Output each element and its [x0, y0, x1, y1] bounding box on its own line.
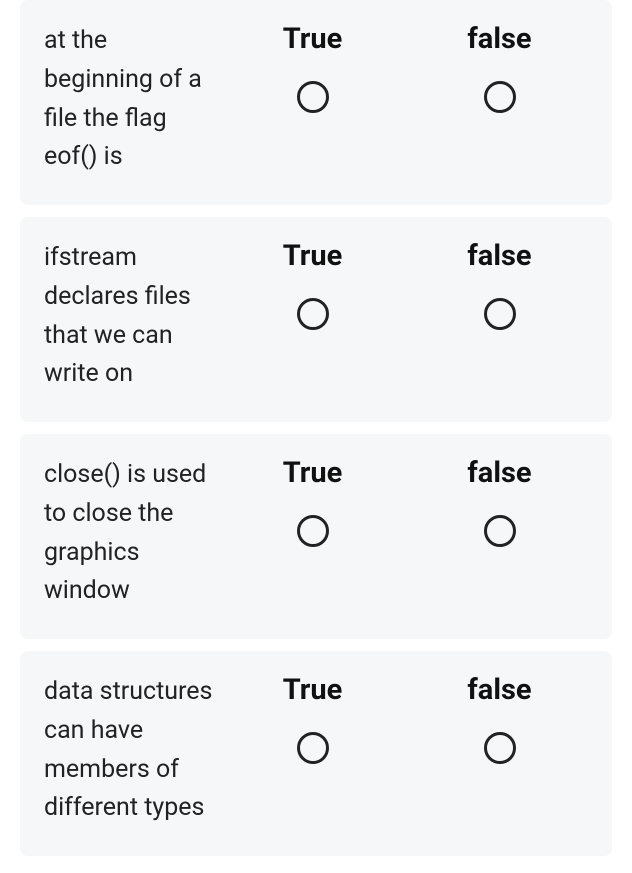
radio-true[interactable]: [297, 298, 329, 330]
option-label: True: [283, 239, 343, 274]
quiz-container: at the beginning of a file the flag eof(…: [0, 0, 632, 856]
option-label: false: [467, 22, 531, 57]
question-card: close() is used to close the graphics wi…: [20, 434, 612, 639]
radio-true[interactable]: [297, 515, 329, 547]
question-text: at the beginning of a file the flag eof(…: [44, 22, 224, 177]
radio-false[interactable]: [484, 732, 516, 764]
options-group: True false: [224, 456, 588, 547]
option-label: True: [283, 22, 343, 57]
question-card: data structures can have members of diff…: [20, 651, 612, 856]
option-label: false: [467, 456, 531, 491]
radio-false[interactable]: [484, 81, 516, 113]
question-text: close() is used to close the graphics wi…: [44, 456, 224, 611]
radio-false[interactable]: [484, 298, 516, 330]
options-group: True false: [224, 239, 588, 330]
options-group: True false: [224, 673, 588, 764]
option-false: false: [411, 239, 588, 330]
option-false: false: [411, 22, 588, 113]
option-false: false: [411, 456, 588, 547]
question-card: ifstream declares files that we can writ…: [20, 217, 612, 422]
options-group: True false: [224, 22, 588, 113]
radio-false[interactable]: [484, 515, 516, 547]
option-label: false: [467, 239, 531, 274]
option-true: True: [224, 673, 401, 764]
option-true: True: [224, 456, 401, 547]
option-true: True: [224, 239, 401, 330]
radio-true[interactable]: [297, 732, 329, 764]
option-label: false: [467, 673, 531, 708]
option-false: false: [411, 673, 588, 764]
option-label: True: [283, 456, 343, 491]
question-text: ifstream declares files that we can writ…: [44, 239, 224, 394]
radio-true[interactable]: [297, 81, 329, 113]
option-label: True: [283, 673, 343, 708]
option-true: True: [224, 22, 401, 113]
question-text: data structures can have members of diff…: [44, 673, 224, 828]
question-card: at the beginning of a file the flag eof(…: [20, 0, 612, 205]
